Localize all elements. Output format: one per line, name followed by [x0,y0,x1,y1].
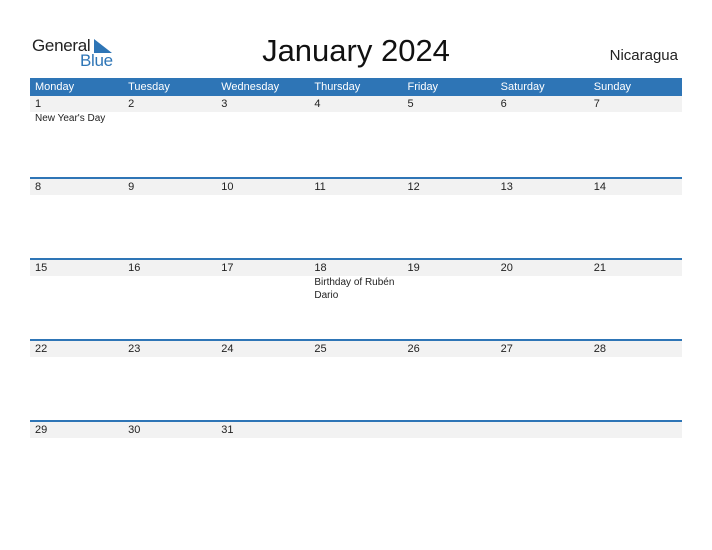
day-cell: 19 [403,260,496,302]
day-number: 31 [221,424,234,436]
week-row: 8 9 10 11 12 13 14 [30,177,682,258]
day-number: 14 [593,181,606,193]
day-cell: 2 [123,96,216,125]
weekday-saturday: Saturday [500,81,545,93]
day-number: 27 [500,343,513,355]
day-number: 4 [314,98,321,110]
day-number: 21 [593,262,606,274]
day-number: 2 [128,98,135,110]
day-number: 25 [314,343,327,355]
day-number: 24 [221,343,234,355]
day-cell: 16 [123,260,216,302]
day-number: 1 [35,98,42,110]
day-cell: 27 [496,341,589,357]
day-cell: 22 [30,341,123,357]
day-number: 28 [593,343,606,355]
week-row: 15 16 17 18 Birthday of Rubén Dario 19 20 21 [30,258,682,339]
day-number: 20 [500,262,513,274]
day-number [408,422,496,438]
day-number: 6 [500,98,507,110]
day-cell: 7 [589,96,682,125]
day-cell [403,422,496,438]
day-number: 30 [128,424,141,436]
day-cell: 4 [309,96,402,125]
calendar-grid: Monday Tuesday Wednesday Thursday Friday… [30,78,682,501]
weekday-tuesday: Tuesday [128,81,170,93]
calendar-title: January 2024 [262,33,450,68]
day-cell: 25 [309,341,402,357]
day-cell: 12 [403,179,496,195]
day-number: 11 [314,181,326,193]
day-number [594,422,682,438]
weekday-friday: Friday [407,81,439,93]
day-cell: 17 [216,260,309,302]
day-number: 7 [593,98,600,110]
day-cell: 15 [30,260,123,302]
day-cell: 20 [496,260,589,302]
day-cell [589,422,682,438]
week-cells: 8 9 10 11 12 13 14 [30,179,682,195]
day-cell: 3 [216,96,309,125]
day-cell: 18 Birthday of Rubén Dario [309,260,402,302]
day-cell: 13 [496,179,589,195]
day-cell: 6 [496,96,589,125]
holiday-label: Birthday of Rubén Dario [314,277,395,301]
day-cell: 11 [309,179,402,195]
day-cell: 30 [123,422,216,438]
week-cells: 22 23 24 25 26 27 28 [30,341,682,357]
day-number: 23 [128,343,141,355]
country-label: Nicaragua [609,47,678,64]
week-cells: 15 16 17 18 Birthday of Rubén Dario 19 20 21 [30,260,682,302]
day-cell: 9 [123,179,216,195]
day-cell [309,422,402,438]
day-number: 13 [500,181,513,193]
holiday-label: New Year's Day [35,113,106,124]
week-cells: 29 30 31 [30,422,682,438]
weekday-thursday: Thursday [314,81,361,93]
day-number: 12 [407,181,420,193]
weekday-wednesday: Wednesday [221,81,280,93]
week-row: 1 New Year's Day 2 3 4 5 6 7 [30,96,682,177]
day-cell [496,422,589,438]
day-cell: 21 [589,260,682,302]
day-number: 19 [407,262,420,274]
weekday-monday: Monday [35,81,75,93]
day-cell: 31 [216,422,309,438]
weekday-header: Monday Tuesday Wednesday Thursday Friday… [30,78,682,96]
day-number: 22 [35,343,48,355]
day-cell: 8 [30,179,123,195]
day-number: 5 [407,98,414,110]
day-number: 15 [35,262,48,274]
week-row: 22 23 24 25 26 27 28 [30,339,682,420]
day-cell: 5 [403,96,496,125]
day-cell: 14 [589,179,682,195]
day-number: 17 [221,262,234,274]
day-cell: 23 [123,341,216,357]
day-number: 18 [314,262,327,274]
day-cell: 26 [403,341,496,357]
day-cell: 29 [30,422,123,438]
day-cell: 1 New Year's Day [30,96,123,125]
day-number: 8 [35,181,42,193]
day-number: 16 [128,262,141,274]
day-number: 3 [221,98,228,110]
day-number: 26 [407,343,420,355]
day-number [314,422,402,438]
day-number: 29 [35,424,48,436]
week-cells: 1 New Year's Day 2 3 4 5 6 7 [30,96,682,125]
day-number: 10 [221,181,234,193]
day-number [501,422,589,438]
week-row: 29 30 31 [30,420,682,501]
day-number: 9 [128,181,135,193]
day-cell: 24 [216,341,309,357]
day-cell: 10 [216,179,309,195]
weekday-sunday: Sunday [593,81,632,93]
day-cell: 28 [589,341,682,357]
